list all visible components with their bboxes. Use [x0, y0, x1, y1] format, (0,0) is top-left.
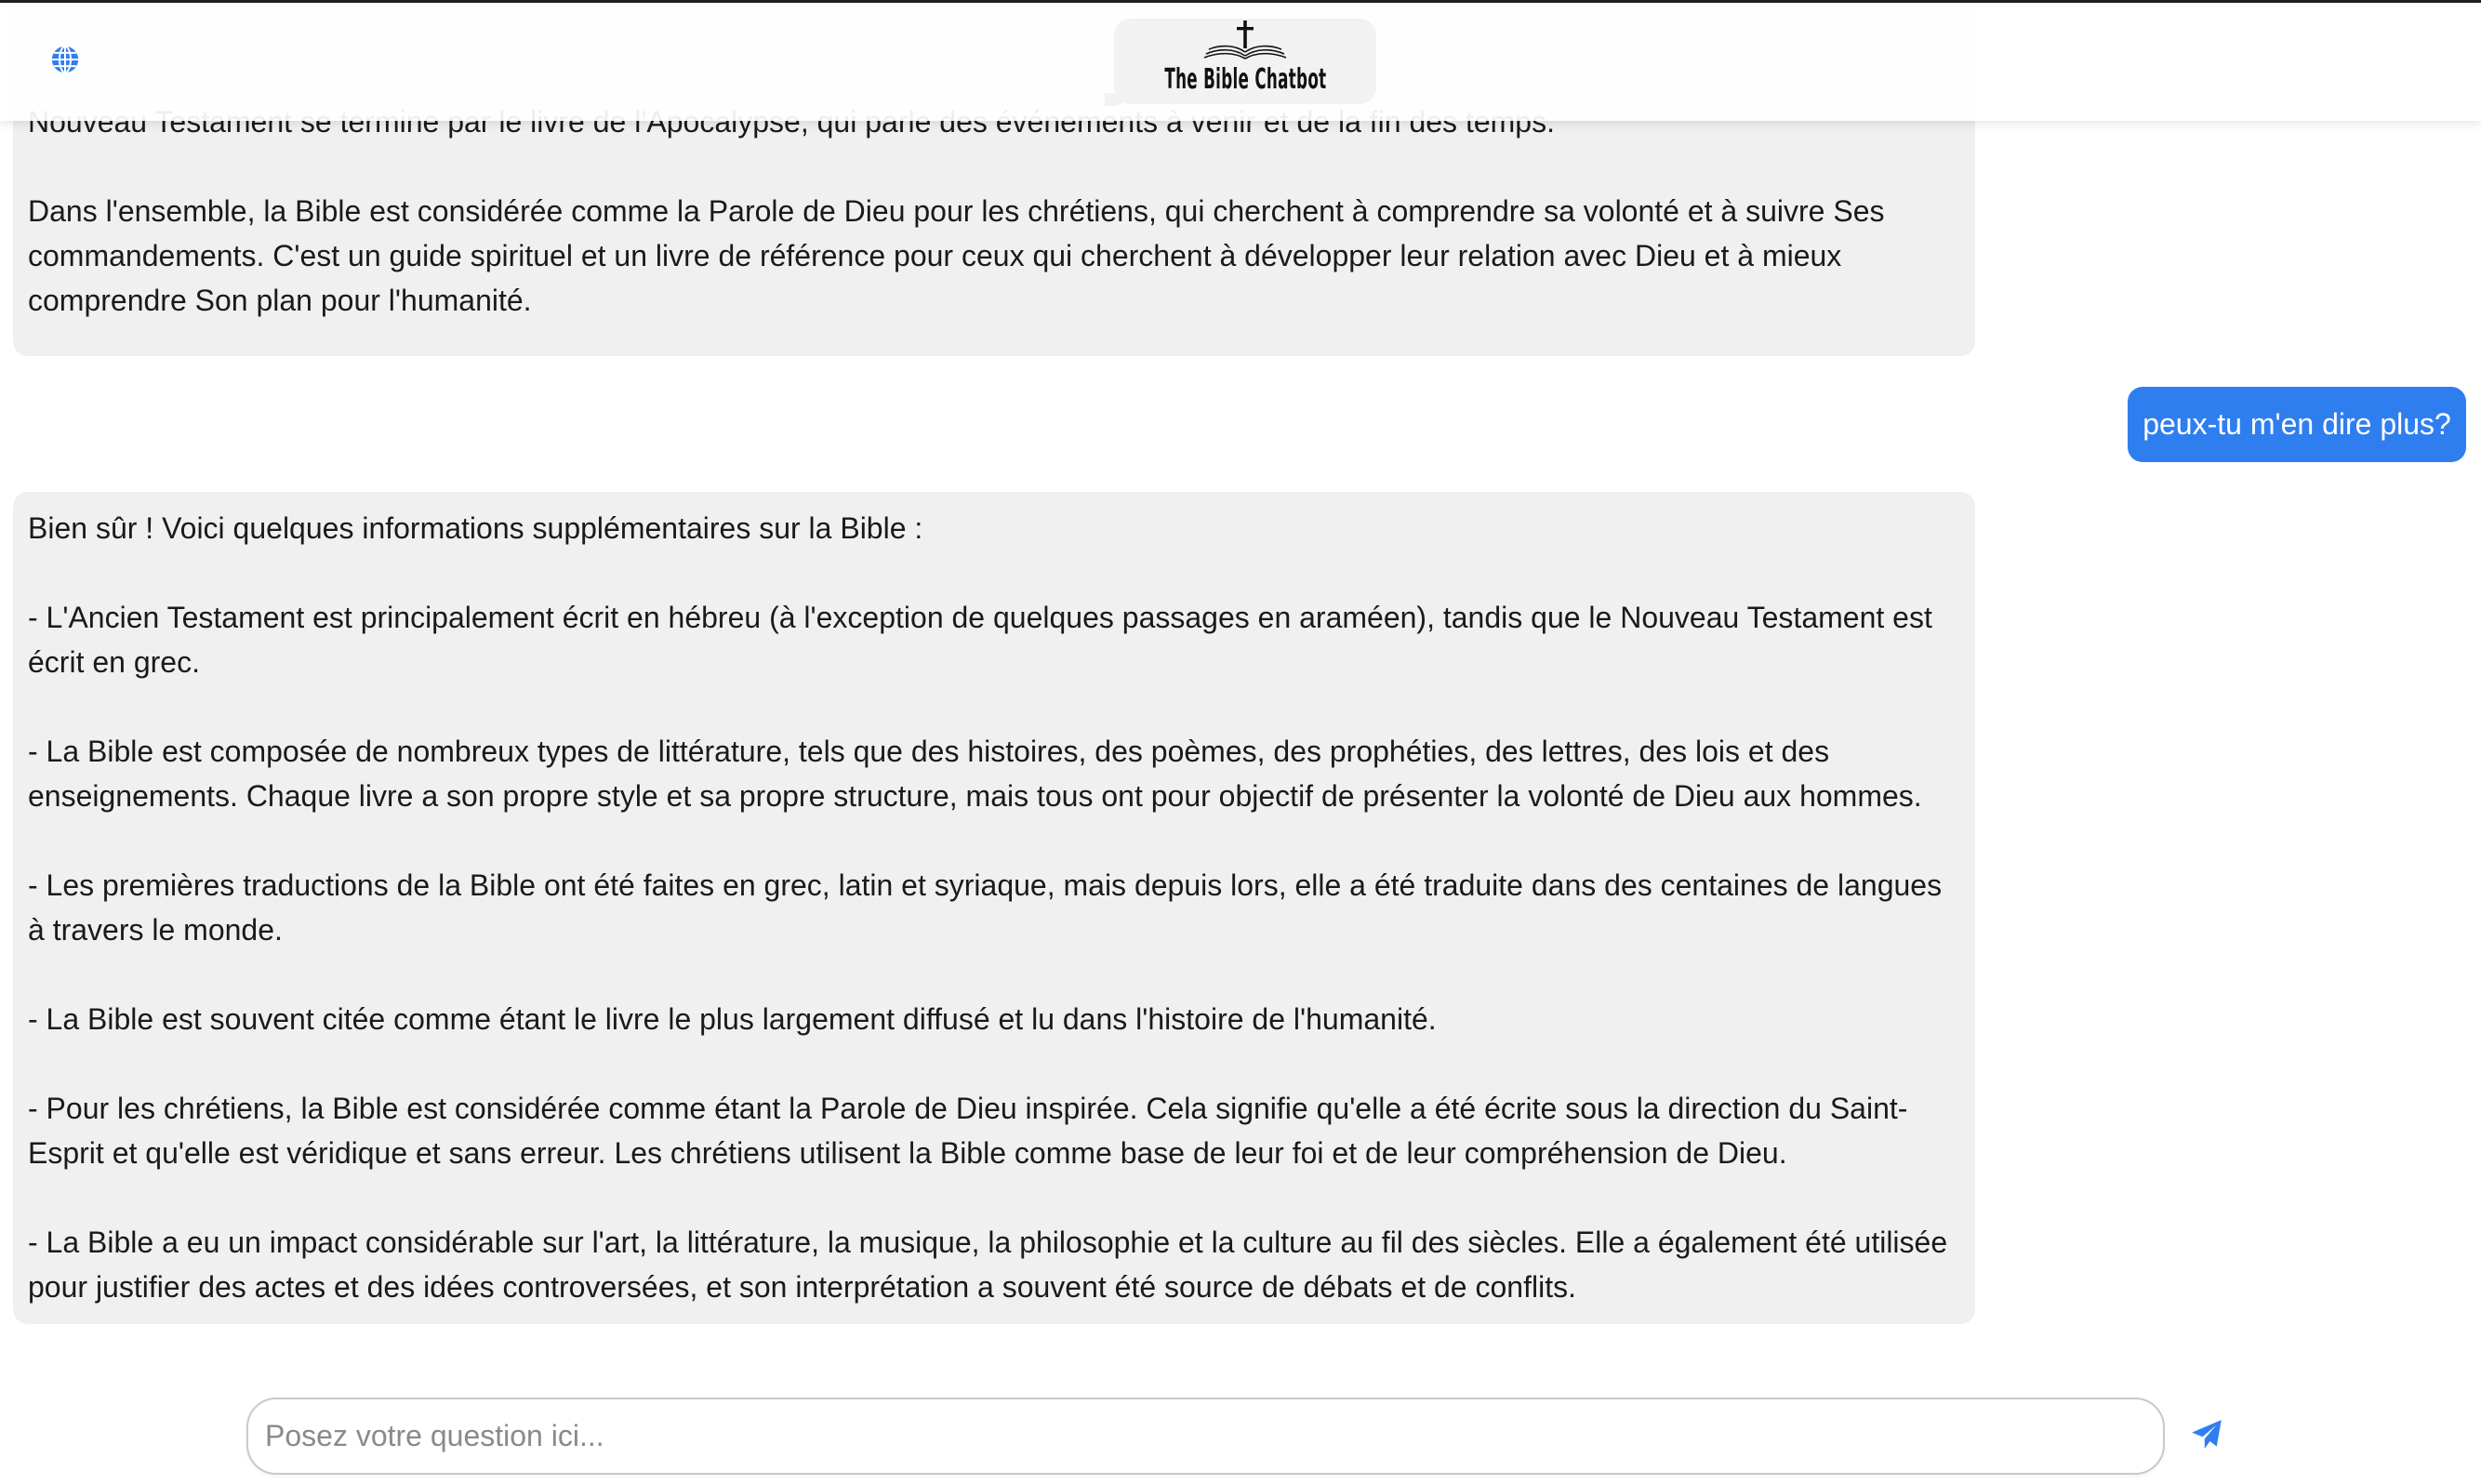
- paper-plane-icon: [2192, 1420, 2222, 1450]
- question-input[interactable]: [248, 1399, 2163, 1473]
- user-message: peux-tu m'en dire plus?: [2128, 387, 2466, 462]
- bot-message: Bien sûr ! Voici quelques informations s…: [13, 492, 1975, 1324]
- language-button[interactable]: [46, 41, 84, 78]
- message-paragraph: - La Bible est composée de nombreux type…: [28, 735, 1922, 813]
- globe-icon: [51, 45, 79, 74]
- cross-open-book-icon: [1203, 20, 1287, 60]
- logo-text: The Bible Chatbot: [1163, 63, 1327, 96]
- top-border: [0, 0, 2481, 3]
- logo-bubble-tail: [1105, 93, 1127, 106]
- message-paragraph: Dans l'ensemble, la Bible est considérée…: [28, 194, 1885, 317]
- logo: The Bible Chatbot: [1105, 19, 1376, 106]
- message-paragraph: - Pour les chrétiens, la Bible est consi…: [28, 1092, 1908, 1170]
- question-input-container: [246, 1398, 2165, 1475]
- message-paragraph: - La Bible a eu un impact considérable s…: [28, 1226, 1948, 1304]
- send-button[interactable]: [2187, 1415, 2226, 1454]
- message-paragraph: - L'Ancien Testament est principalement …: [28, 601, 1932, 679]
- header-bar: The Bible Chatbot: [0, 0, 2481, 121]
- message-paragraph: - Les premières traductions de la Bible …: [28, 868, 1943, 947]
- message-paragraph: - La Bible est souvent citée comme étant…: [28, 1002, 1437, 1036]
- message-paragraph: Bien sûr ! Voici quelques informations s…: [28, 511, 923, 545]
